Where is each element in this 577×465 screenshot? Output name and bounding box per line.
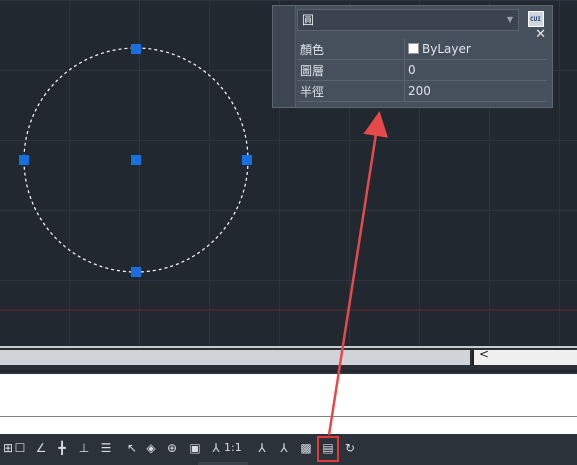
- property-row[interactable]: 半徑 200: [297, 80, 547, 102]
- isolate-objects-icon[interactable]: ▩: [298, 440, 314, 456]
- color-value: ByLayer: [422, 42, 471, 56]
- scrollbar-track[interactable]: [0, 350, 470, 365]
- status-bar: ⊞ ☐ ∠ ╋ ⊥ ☰ ↖ ◈ ⊕ ▣ ⅄ 1:1 ⅄ ⅄ ▩ ▤ ↻: [0, 434, 577, 465]
- color-swatch-icon: [408, 43, 419, 54]
- close-icon[interactable]: ✕: [535, 28, 546, 41]
- model-viewport-icon[interactable]: ▣: [187, 440, 203, 456]
- scrollbar-thumb[interactable]: <: [472, 347, 577, 365]
- customize-settings-button[interactable]: CUI: [528, 11, 544, 27]
- property-value[interactable]: ByLayer: [404, 39, 547, 60]
- property-label: 圖層: [297, 59, 405, 81]
- property-value[interactable]: 200: [404, 80, 547, 102]
- customize-icon[interactable]: ↻: [342, 440, 358, 456]
- panel-grab-strip[interactable]: [273, 6, 296, 107]
- property-row[interactable]: 圖層 0: [297, 59, 547, 81]
- annotation-scale-value[interactable]: 1:1: [224, 441, 242, 454]
- command-divider: [0, 416, 577, 417]
- lineweight-icon[interactable]: ☰: [98, 440, 114, 456]
- property-row[interactable]: 顏色 ByLayer: [297, 39, 547, 60]
- polar-tracking-icon[interactable]: ∠: [33, 440, 49, 456]
- zoom-icon[interactable]: ⊕: [164, 440, 180, 456]
- properties-table: 顏色 ByLayer 圖層 0 半徑 200: [297, 39, 547, 102]
- highlight-box: [317, 436, 339, 462]
- command-line-area[interactable]: [0, 372, 577, 436]
- annotation-scale-icon[interactable]: ⅄: [208, 440, 224, 456]
- object-type-dropdown[interactable]: 圓 ▼: [297, 9, 519, 31]
- ortho-icon[interactable]: ☐: [12, 440, 28, 456]
- selection-cycling-icon[interactable]: ↖: [124, 440, 140, 456]
- auto-scale-icon[interactable]: ⅄: [276, 440, 292, 456]
- object-snap-icon[interactable]: ╋: [54, 440, 70, 456]
- layers-icon[interactable]: ◈: [143, 440, 159, 456]
- quick-properties-panel: 圓 ▼ 顏色 ByLayer 圖層 0 半徑 200 CUI ✕: [272, 5, 553, 108]
- grip-bottom[interactable]: [131, 267, 141, 277]
- grip-center[interactable]: [131, 155, 141, 165]
- chevron-left-icon[interactable]: <: [479, 347, 489, 361]
- grip-left[interactable]: [19, 155, 29, 165]
- object-snap-tracking-icon[interactable]: ⊥: [76, 440, 92, 456]
- cui-label: CUI: [530, 16, 541, 23]
- grip-top[interactable]: [131, 44, 141, 54]
- property-value[interactable]: 0: [404, 59, 547, 81]
- chevron-down-icon: ▼: [506, 15, 513, 24]
- annotation-visibility-icon[interactable]: ⅄: [254, 440, 270, 456]
- grip-right[interactable]: [242, 155, 252, 165]
- property-label: 半徑: [297, 80, 405, 102]
- command-history-scrollbar[interactable]: <: [0, 346, 577, 370]
- object-type-value: 圓: [302, 13, 315, 27]
- property-label: 顏色: [297, 39, 405, 60]
